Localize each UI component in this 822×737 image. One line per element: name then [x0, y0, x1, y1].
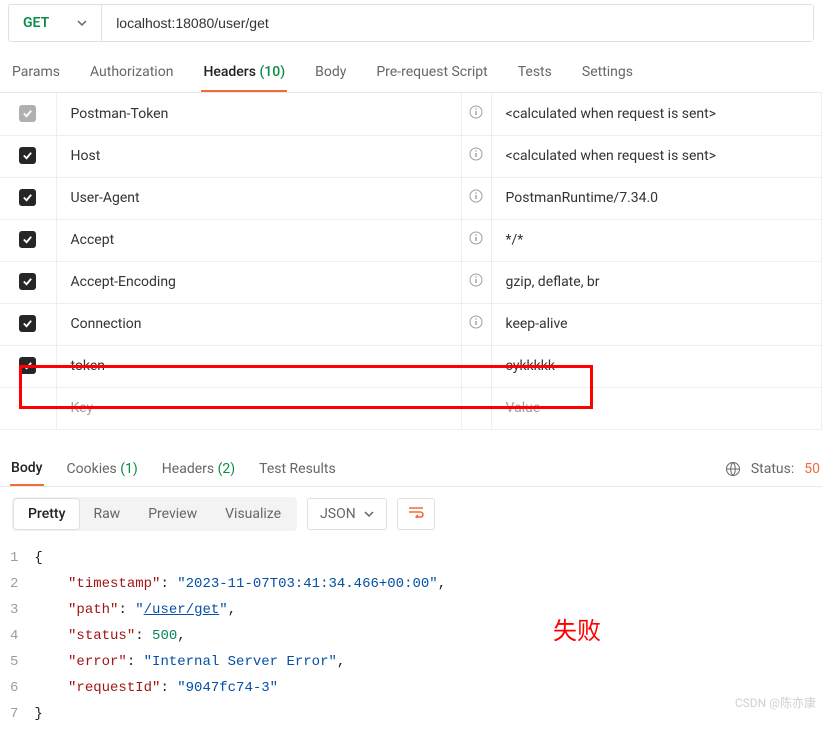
tab-tests[interactable]: Tests [516, 54, 554, 92]
annotation-fail: 失败 [553, 611, 601, 646]
tab-settings[interactable]: Settings [580, 54, 635, 92]
header-value[interactable]: PostmanRuntime/7.34.0 [491, 177, 822, 219]
headers-table: Postman-Token <calculated when request is… [0, 93, 822, 430]
json-code: { "timestamp": "2023-11-07T03:41:34.466+… [34, 545, 446, 727]
wrap-icon [408, 506, 424, 518]
line-gutter: 1234567 [0, 545, 34, 727]
header-value[interactable]: keep-alive [491, 303, 822, 345]
header-row: Accept */* [0, 219, 822, 261]
info-icon[interactable] [469, 233, 483, 249]
response-tab-cookies[interactable]: Cookies (1) [66, 453, 139, 485]
chevron-down-icon [364, 509, 374, 519]
header-checkbox[interactable] [19, 231, 36, 248]
url-input[interactable] [102, 5, 813, 41]
response-tab-tests[interactable]: Test Results [258, 453, 337, 485]
info-icon[interactable] [469, 191, 483, 207]
response-tab-body[interactable]: Body [10, 452, 44, 486]
header-row-new[interactable]: Key Value [0, 387, 822, 429]
chevron-down-icon [77, 18, 87, 28]
header-value[interactable]: gzip, deflate, br [491, 261, 822, 303]
header-value[interactable]: */* [491, 219, 822, 261]
header-key-input[interactable]: Key [56, 387, 461, 429]
request-bar: GET [8, 4, 814, 42]
watermark: CSDN @陈亦康 [735, 694, 816, 711]
info-icon[interactable] [469, 317, 483, 333]
method-select[interactable]: GET [9, 5, 102, 41]
header-checkbox[interactable] [19, 357, 36, 374]
response-meta: Status: 50 [725, 461, 820, 477]
header-checkbox[interactable] [19, 315, 36, 332]
tab-prerequest[interactable]: Pre-request Script [374, 54, 489, 92]
header-checkbox[interactable] [19, 147, 36, 164]
view-raw[interactable]: Raw [79, 499, 134, 529]
header-key[interactable]: Host [56, 135, 461, 177]
header-value[interactable]: <calculated when request is sent> [491, 135, 822, 177]
header-value-input[interactable]: Value [491, 387, 822, 429]
view-mode-group: Pretty Raw Preview Visualize [12, 497, 297, 531]
view-preview[interactable]: Preview [134, 499, 211, 529]
header-value[interactable]: cykkkkk [491, 345, 822, 387]
header-key[interactable]: Accept-Encoding [56, 261, 461, 303]
header-row: User-Agent PostmanRuntime/7.34.0 [0, 177, 822, 219]
header-checkbox[interactable] [19, 273, 36, 290]
tab-headers[interactable]: Headers (10) [201, 54, 287, 92]
header-key[interactable]: Connection [56, 303, 461, 345]
info-icon[interactable] [469, 149, 483, 165]
tab-body[interactable]: Body [313, 54, 348, 92]
header-key[interactable]: Accept [56, 219, 461, 261]
method-label: GET [23, 15, 49, 31]
header-checkbox[interactable] [19, 105, 36, 122]
header-value[interactable]: <calculated when request is sent> [491, 93, 822, 135]
format-select[interactable]: JSON [307, 498, 387, 530]
wrap-lines-button[interactable] [397, 498, 435, 530]
view-bar: Pretty Raw Preview Visualize JSON [0, 487, 822, 541]
header-key[interactable]: Postman-Token [56, 93, 461, 135]
header-key[interactable]: User-Agent [56, 177, 461, 219]
header-checkbox[interactable] [19, 189, 36, 206]
header-row: token cykkkkk [0, 345, 822, 387]
info-icon[interactable] [469, 275, 483, 291]
header-key[interactable]: token [56, 345, 461, 387]
globe-icon[interactable] [725, 461, 741, 477]
response-tabs: Body Cookies (1) Headers (2) Test Result… [0, 444, 822, 487]
view-pretty[interactable]: Pretty [14, 499, 79, 529]
tab-params[interactable]: Params [10, 54, 62, 92]
request-tabs: Params Authorization Headers (10) Body P… [0, 54, 822, 93]
info-icon[interactable] [469, 107, 483, 123]
tab-authorization[interactable]: Authorization [88, 54, 175, 92]
response-body[interactable]: 1234567 { "timestamp": "2023-11-07T03:41… [0, 541, 822, 737]
header-row: Postman-Token <calculated when request is… [0, 93, 822, 135]
header-row: Host <calculated when request is sent> [0, 135, 822, 177]
view-visualize[interactable]: Visualize [211, 499, 295, 529]
header-row: Connection keep-alive [0, 303, 822, 345]
response-tab-headers[interactable]: Headers (2) [161, 453, 236, 485]
header-row: Accept-Encoding gzip, deflate, br [0, 261, 822, 303]
